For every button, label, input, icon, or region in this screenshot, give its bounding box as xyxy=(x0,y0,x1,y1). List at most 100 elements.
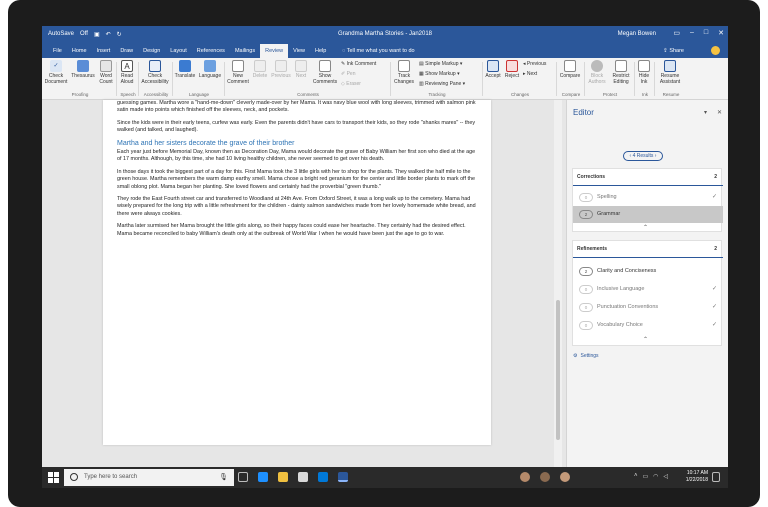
task-view-icon[interactable] xyxy=(238,472,248,482)
ink-comment-button[interactable]: ✎ Ink Comment xyxy=(341,61,387,67)
reviewing-pane-dropdown[interactable]: ▥ Reviewing Pane ▾ xyxy=(419,81,479,87)
action-center-icon[interactable] xyxy=(712,472,720,482)
tab-review[interactable]: Review xyxy=(260,44,289,58)
clock-time: 10:17 AM xyxy=(686,470,708,476)
group-label-compare: Compare xyxy=(561,92,581,97)
feedback-smiley-icon[interactable] xyxy=(711,46,720,55)
close-icon[interactable]: ✕ xyxy=(718,29,724,37)
paragraph-1[interactable]: guessing games. Martha wore a "hand-me-d… xyxy=(117,100,477,115)
language-button[interactable]: Language xyxy=(198,60,222,79)
tray-overflow-icon[interactable]: ˄ xyxy=(634,473,638,480)
tab-help[interactable]: Help xyxy=(310,44,331,58)
tab-mailings[interactable]: Mailings xyxy=(230,44,260,58)
mail-icon[interactable] xyxy=(318,472,328,482)
paragraph-6[interactable]: Martha later surmised her Mama brought t… xyxy=(117,223,477,238)
previous-comment-icon xyxy=(275,60,287,72)
collapse-chevron-icon[interactable]: ⌃ xyxy=(643,336,648,343)
microphone-icon[interactable]: 🎙 xyxy=(219,473,228,481)
previous-change-button[interactable]: ◂ Previous xyxy=(523,61,553,67)
accept-button[interactable]: Accept xyxy=(484,60,502,79)
wifi-icon[interactable]: ◠ xyxy=(653,473,658,480)
ribbon-display-icon[interactable]: ▭ xyxy=(673,29,680,37)
refinements-card: Refinements 2 2 Clarity and Conciseness … xyxy=(572,240,723,346)
taskbar-clock[interactable]: 10:17 AM 1/22/2018 xyxy=(686,470,708,484)
show-markup-dropdown[interactable]: ▦ Show Markup ▾ xyxy=(419,71,479,77)
tab-references[interactable]: References xyxy=(192,44,230,58)
next-change-button[interactable]: ▸ Next xyxy=(523,71,553,77)
eraser-button[interactable]: ◇ Eraser xyxy=(341,81,387,87)
tab-insert[interactable]: Insert xyxy=(92,44,116,58)
share-button[interactable]: ⇪ Share xyxy=(663,48,684,54)
tab-home[interactable]: Home xyxy=(67,44,92,58)
tab-layout[interactable]: Layout xyxy=(165,44,192,58)
spelling-abc-icon: ✓ xyxy=(50,60,62,72)
correction-grammar[interactable]: 2 Grammar xyxy=(573,206,723,223)
document-page[interactable]: guessing games. Martha wore a "hand-me-d… xyxy=(103,100,491,445)
tell-me-text: Tell me what you want to do xyxy=(346,48,415,54)
check-document-button[interactable]: ✓ Check Document xyxy=(44,60,68,85)
reject-icon xyxy=(506,60,518,72)
tab-file[interactable]: File xyxy=(48,44,67,58)
user-name[interactable]: Megan Bowen xyxy=(618,31,656,37)
word-count-button[interactable]: Word Count xyxy=(98,60,114,85)
windows-start-icon[interactable] xyxy=(48,472,59,483)
restrict-editing-button[interactable]: Restrict Editing xyxy=(610,60,632,85)
tab-design[interactable]: Design xyxy=(138,44,165,58)
editor-settings-link[interactable]: ⚙ Settings xyxy=(573,353,599,359)
block-authors-button[interactable]: Block Authors xyxy=(586,60,608,85)
tell-me-box[interactable]: ◌ Tell me what you want to do xyxy=(342,48,415,54)
file-explorer-icon[interactable] xyxy=(278,472,288,482)
accessibility-icon xyxy=(149,60,161,72)
group-label-ink: Ink xyxy=(641,92,648,97)
refinement-inclusive-language[interactable]: 0 Inclusive Language ✓ xyxy=(573,281,723,298)
check-accessibility-button[interactable]: Check Accessibility xyxy=(140,60,170,85)
vertical-scrollbar[interactable] xyxy=(554,100,562,479)
hide-ink-button[interactable]: Hide Ink xyxy=(636,60,652,85)
refinement-clarity[interactable]: 2 Clarity and Conciseness xyxy=(573,263,723,280)
show-comments-button[interactable]: Show Comments xyxy=(312,60,338,85)
refinement-punctuation[interactable]: 0 Punctuation Conventions ✓ xyxy=(573,299,723,316)
store-icon[interactable] xyxy=(298,472,308,482)
editor-pane: Editor ▾ ✕ ‹ 4 Results › Corrections 2 0… xyxy=(566,100,728,479)
tab-draw[interactable]: Draw xyxy=(115,44,138,58)
simple-markup-dropdown[interactable]: ▤ Simple Markup ▾ xyxy=(419,61,479,67)
new-comment-button[interactable]: New Comment xyxy=(226,60,250,85)
pen-button[interactable]: ✐ Pen xyxy=(341,71,387,77)
pane-close-icon[interactable]: ✕ xyxy=(717,109,722,116)
read-aloud-button[interactable]: A Read Aloud xyxy=(118,60,136,85)
battery-icon[interactable]: ▭ xyxy=(642,473,648,480)
thesaurus-button[interactable]: Thesaurus xyxy=(70,60,96,79)
corrections-title: Corrections xyxy=(577,174,606,180)
taskbar-search-box[interactable]: Type here to search 🎙 xyxy=(64,469,234,486)
resume-assistant-button[interactable]: Resume Assistant xyxy=(656,60,684,85)
contact-avatar-3[interactable] xyxy=(560,472,570,482)
tab-view[interactable]: View xyxy=(288,44,310,58)
paragraph-2[interactable]: Since the kids were in their early teens… xyxy=(117,120,477,135)
correction-spelling[interactable]: 0 Spelling ✓ xyxy=(573,189,723,206)
paragraph-4[interactable]: In those days it took the biggest part o… xyxy=(117,169,477,191)
section-heading[interactable]: Martha and her sisters decorate the grav… xyxy=(117,140,477,147)
minimize-icon[interactable]: – xyxy=(690,29,694,37)
pane-options-icon[interactable]: ▾ xyxy=(704,109,707,116)
reject-button[interactable]: Reject xyxy=(504,60,520,79)
scrollbar-thumb[interactable] xyxy=(556,300,560,440)
track-changes-button[interactable]: Track Changes xyxy=(392,60,416,85)
contact-avatar-1[interactable] xyxy=(520,472,530,482)
volume-icon[interactable]: ◁ xyxy=(663,473,668,480)
compare-button[interactable]: Compare xyxy=(558,60,582,79)
paragraph-3[interactable]: Each year just before Memorial Day, know… xyxy=(117,149,477,164)
issue-count-pill: 0 xyxy=(579,193,593,202)
paragraph-5[interactable]: They rode the East Fourth street car and… xyxy=(117,196,477,218)
collapse-chevron-icon[interactable]: ⌃ xyxy=(643,224,648,231)
next-comment-button[interactable]: Next xyxy=(294,60,308,79)
maximize-icon[interactable]: □ xyxy=(704,29,708,37)
delete-comment-button[interactable]: Delete xyxy=(252,60,268,79)
translate-button[interactable]: Translate xyxy=(174,60,196,79)
contact-avatar-2[interactable] xyxy=(540,472,550,482)
refinement-vocabulary[interactable]: 0 Vocabulary Choice ✓ xyxy=(573,317,723,334)
word-app-icon[interactable] xyxy=(338,472,348,482)
results-count-button[interactable]: ‹ 4 Results › xyxy=(623,151,663,161)
share-icon: ⇪ xyxy=(663,48,668,54)
edge-browser-icon[interactable] xyxy=(258,472,268,482)
previous-comment-button[interactable]: Previous xyxy=(270,60,292,79)
